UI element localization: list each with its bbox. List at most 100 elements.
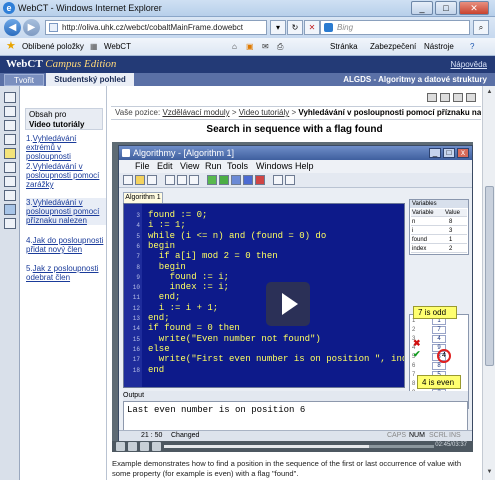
tool-icon-3[interactable]	[4, 120, 16, 131]
video-player[interactable]: Algorithmy - [Algorithm 1] _ □ x File Ed…	[112, 142, 473, 452]
app-icon	[122, 149, 130, 157]
col-variable: Variable	[412, 210, 434, 216]
variable-row: index 2	[411, 245, 467, 253]
course-title: ALGDS - Algoritmy a datové struktury	[343, 75, 487, 84]
tab-student-view[interactable]: Studentský pohled	[46, 73, 134, 86]
page-scrollbar[interactable]: ▲ ▼	[482, 86, 495, 480]
tool-icon-4[interactable]	[4, 134, 16, 145]
tab-build[interactable]: Tvořit	[4, 74, 44, 86]
scroll-thumb[interactable]	[485, 186, 494, 366]
app-maximize-icon: □	[443, 148, 455, 158]
compat-icon[interactable]: ▾	[270, 20, 286, 35]
search-icon[interactable]: ⌕	[473, 20, 489, 35]
mail-icon[interactable]: ✉	[262, 42, 269, 51]
line-number: 4	[136, 222, 140, 230]
ie-icon: e	[3, 2, 15, 14]
cut-icon	[165, 175, 175, 185]
status-time: 21 : 50	[141, 432, 163, 439]
callout-even: 4 is even	[417, 375, 461, 389]
app-titlebar: Algorithmy - [Algorithm 1] _ □ x	[119, 146, 472, 160]
variable-row: found 1	[411, 236, 467, 244]
toc-item[interactable]: 2.Vyhledávání v posloupnosti pomocí zará…	[26, 162, 106, 189]
callout-odd: 7 is odd	[413, 306, 457, 319]
page-menu[interactable]: Stránka	[330, 42, 358, 51]
breadcrumb-link-modules[interactable]: Vzdělávací moduly	[162, 108, 229, 117]
webct-logo: WebCT Campus Edition	[6, 58, 117, 70]
output-icon	[285, 175, 295, 185]
tool-icon-10[interactable]	[4, 218, 16, 229]
play-pause-icon[interactable]	[128, 442, 137, 451]
toc-item[interactable]: 5.Jak z posloupnosti odebrat člen	[26, 264, 106, 282]
forward-icon[interactable]: ▶	[23, 19, 40, 36]
array-index: 8	[412, 381, 416, 387]
breadcrumb-link-tutorials[interactable]: Video tutoriály	[239, 108, 290, 117]
app-menubar: File Edit View Run Tools Windows Help	[119, 160, 472, 173]
bookmark-icon[interactable]	[453, 93, 463, 102]
home-icon[interactable]: ⌂	[232, 42, 237, 51]
tools-menu[interactable]: Nástroje	[424, 42, 454, 51]
help-link[interactable]: Nápověda	[451, 60, 487, 69]
print-icon[interactable]: ⎙	[277, 42, 283, 52]
minimize-button[interactable]: _	[411, 1, 433, 15]
line-number: 16	[132, 345, 140, 353]
code-line: i := i + 1;	[148, 302, 219, 313]
address-input[interactable]: http://oliva.uhk.cz/webct/cobaltMainFram…	[45, 20, 267, 35]
app-menu-windows: Windows	[256, 161, 293, 171]
line-number: 5	[136, 232, 140, 240]
toc-header-line1: Obsah pro	[29, 110, 67, 119]
address-text: http://oliva.uhk.cz/webct/cobaltMainFram…	[62, 23, 243, 32]
stop-icon[interactable]: ✕	[304, 20, 320, 35]
forward-icon-player[interactable]	[140, 442, 149, 451]
code-line: write("First even number is on position …	[148, 354, 405, 365]
app-menu-run: Run	[205, 161, 222, 171]
line-number: 6	[136, 242, 140, 250]
play-button[interactable]	[266, 282, 310, 326]
help-icon[interactable]: ?	[470, 42, 474, 51]
volume-icon[interactable]	[152, 442, 161, 451]
col-value: Value	[445, 210, 460, 216]
code-line: end;	[148, 292, 181, 303]
toc-item[interactable]: 4.Jak do posloupnosti přidat nový člen	[26, 236, 106, 254]
toc-item[interactable]: 1.Vyhledávání extrémů v posloupnosti	[26, 134, 106, 161]
browser-tab[interactable]: WebCT	[104, 42, 131, 51]
rewind-icon[interactable]	[116, 442, 125, 451]
app-menu-view: View	[180, 161, 200, 171]
seek-bar[interactable]	[164, 445, 434, 448]
line-number: 9	[136, 273, 140, 281]
feeds-icon[interactable]: ▣	[246, 42, 254, 51]
tool-icon-7[interactable]	[4, 176, 16, 187]
line-number: 13	[132, 315, 140, 322]
maximize-button[interactable]: □	[435, 1, 457, 15]
favorites-star-icon[interactable]: ★	[6, 39, 16, 52]
print-page-icon[interactable]	[427, 93, 437, 102]
toc-header-line2: Video tutoriály	[29, 120, 85, 129]
tool-icon-2[interactable]	[4, 106, 16, 117]
array-index: 6	[412, 363, 416, 369]
paste-icon	[189, 175, 199, 185]
search-placeholder: Bing	[337, 23, 354, 32]
app-close-icon: x	[457, 148, 469, 158]
line-number: 14	[132, 325, 140, 333]
tool-icon-1[interactable]	[4, 92, 16, 103]
scroll-down-icon[interactable]: ▼	[485, 468, 494, 477]
webct-tabs: Tvořit Studentský pohled ALGDS - Algorit…	[0, 73, 495, 86]
notes-icon[interactable]	[466, 93, 476, 102]
tool-icon-8[interactable]	[4, 190, 16, 201]
security-menu[interactable]: Zabezpečení	[370, 42, 416, 51]
line-number: 11	[132, 294, 140, 302]
tool-icon-9[interactable]	[4, 204, 16, 215]
close-button[interactable]: ✕	[459, 1, 489, 15]
refresh-icon[interactable]: ↻	[287, 20, 303, 35]
toc-item-current[interactable]: 3.Vyhledávání v posloupnosti pomocí příz…	[26, 198, 106, 225]
tool-icon-6[interactable]	[4, 162, 16, 173]
save-page-icon[interactable]	[440, 93, 450, 102]
favorites-button[interactable]: Oblíbené položky	[22, 42, 84, 51]
new-file-icon	[123, 175, 133, 185]
scroll-up-icon[interactable]: ▲	[485, 88, 494, 97]
tab-grid-icon[interactable]: ▦	[90, 42, 98, 51]
tool-icon-5[interactable]	[4, 148, 16, 159]
search-input[interactable]: Bing	[320, 20, 470, 35]
back-icon[interactable]: ◀	[4, 19, 21, 36]
array-index: 2	[412, 327, 416, 333]
step-icon	[231, 175, 241, 185]
